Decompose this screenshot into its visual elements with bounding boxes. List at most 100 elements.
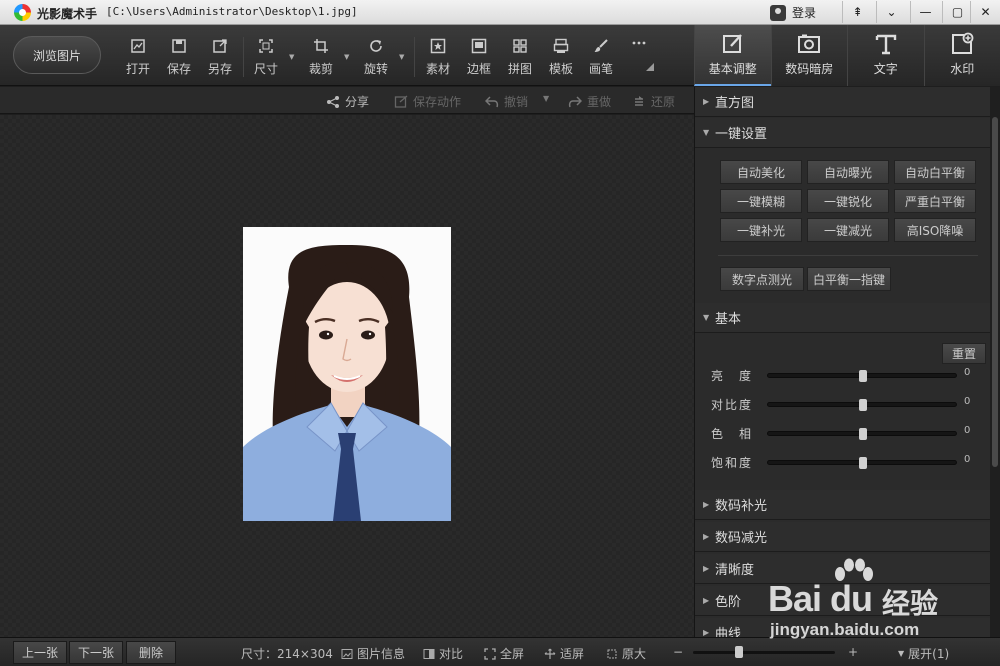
zoom-out-button[interactable]: − (673, 645, 683, 659)
section-fill-light[interactable]: ▶ 数码补光 (695, 490, 990, 520)
contrast-slider[interactable] (767, 399, 957, 411)
app-title: 光影魔术手 (37, 7, 98, 21)
auto-exposure-button[interactable]: 自动曝光 (807, 160, 889, 184)
watermark-icon (952, 32, 974, 54)
maximize-button[interactable]: ▢ (942, 1, 972, 23)
tab-text-label: 文字 (873, 62, 898, 76)
material-icon (430, 38, 446, 54)
crop-dropdown-icon[interactable]: ▼ (344, 53, 349, 61)
fit-screen-button[interactable]: 适屏 (544, 645, 584, 662)
image-canvas[interactable] (0, 115, 694, 637)
resize-button[interactable]: 尺寸 (248, 38, 284, 78)
brush-button[interactable]: 画笔 (583, 38, 619, 78)
original-size-button[interactable]: 原大 (606, 645, 646, 662)
toolbar-divider (414, 37, 415, 77)
section-one-click[interactable]: ▼ 一键设置 (695, 118, 990, 148)
delete-button[interactable]: 删除 (126, 641, 176, 664)
more-button[interactable] (621, 38, 657, 78)
crop-button[interactable]: 裁剪 (303, 38, 339, 78)
zoom-in-button[interactable]: + (848, 645, 858, 659)
expand-filmstrip-button[interactable]: ▼ 展开(1) (898, 645, 949, 662)
collapsed-arrow-icon: ▶ (703, 628, 710, 637)
section-basic[interactable]: ▼ 基本 (695, 303, 990, 333)
rotate-button[interactable]: 旋转 (358, 38, 394, 78)
one-click-fill-light-button[interactable]: 一键补光 (720, 218, 802, 242)
save-as-button[interactable]: 另存 (202, 38, 238, 78)
tab-watermark[interactable]: 水印 (923, 25, 1000, 86)
minimize-button[interactable]: — (910, 1, 940, 23)
material-button[interactable]: 素材 (420, 38, 456, 78)
previous-image-button[interactable]: 上一张 (13, 641, 67, 664)
zoom-slider[interactable] (693, 651, 835, 654)
restore-button[interactable]: 还原 (632, 93, 675, 110)
collapsed-arrow-icon: ▶ (703, 97, 710, 106)
expand-corner-icon[interactable] (646, 63, 654, 71)
undo-icon (485, 95, 499, 107)
collage-button[interactable]: 拼图 (502, 38, 538, 78)
template-button[interactable]: 模板 (543, 38, 579, 78)
section-levels[interactable]: ▶ 色阶 (695, 586, 990, 616)
saturation-slider[interactable] (767, 457, 957, 469)
zoom-slider-thumb[interactable] (735, 646, 743, 658)
section-one-click-label: 一键设置 (715, 127, 768, 142)
login-label: 登录 (792, 6, 817, 20)
fullscreen-icon (484, 647, 496, 660)
tab-darkroom[interactable]: 数码暗房 (770, 25, 847, 86)
high-iso-denoise-button[interactable]: 高ISO降噪 (894, 218, 976, 242)
tab-basic-adjust[interactable]: 基本调整 (694, 25, 771, 86)
severe-white-balance-button[interactable]: 严重白平衡 (894, 189, 976, 213)
close-button[interactable]: ✕ (970, 1, 1000, 23)
rotate-dropdown-icon[interactable]: ▼ (399, 53, 404, 61)
rotate-label: 旋转 (363, 62, 388, 76)
one-click-sharpen-button[interactable]: 一键锐化 (807, 189, 889, 213)
open-icon (131, 39, 145, 53)
login-button[interactable]: 登录 (770, 3, 816, 22)
section-clarity[interactable]: ▶ 清晰度 (695, 554, 990, 584)
basic-adjust-icon (722, 34, 742, 53)
open-button[interactable]: 打开 (120, 38, 156, 78)
hue-slider-thumb[interactable] (859, 428, 867, 440)
undo-button[interactable]: 撤销 (485, 93, 528, 110)
white-balance-picker-button[interactable]: 白平衡一指键 (807, 267, 891, 291)
save-button[interactable]: 保存 (161, 38, 197, 78)
frame-button[interactable]: 边框 (461, 38, 497, 78)
skin-button[interactable]: ⇞ (842, 1, 872, 23)
hue-slider[interactable] (767, 428, 957, 440)
menu-button[interactable]: ⌄ (876, 1, 906, 23)
next-image-button[interactable]: 下一张 (69, 641, 123, 664)
redo-button[interactable]: 重做 (568, 93, 611, 110)
template-label: 模板 (548, 62, 573, 76)
brightness-slider-thumb[interactable] (859, 370, 867, 382)
restore-icon (635, 95, 643, 106)
resize-dropdown-icon[interactable]: ▼ (289, 53, 294, 61)
spot-metering-button[interactable]: 数字点测光 (720, 267, 804, 291)
one-click-blur-button[interactable]: 一键模糊 (720, 189, 802, 213)
save-action-button[interactable]: 保存动作 (394, 93, 461, 110)
contrast-slider-thumb[interactable] (859, 399, 867, 411)
auto-white-balance-button[interactable]: 自动白平衡 (894, 160, 976, 184)
user-icon (770, 4, 786, 21)
section-histogram[interactable]: ▶ 直方图 (695, 87, 990, 117)
section-basic-label: 基本 (715, 312, 742, 327)
tab-text[interactable]: 文字 (847, 25, 924, 86)
open-label: 打开 (125, 62, 150, 76)
auto-beautify-button[interactable]: 自动美化 (720, 160, 802, 184)
section-curves[interactable]: ▶ 曲线 (695, 618, 990, 637)
image-info-button[interactable]: 图片信息 (341, 645, 405, 662)
compare-button[interactable]: 对比 (423, 645, 463, 662)
section-reduce-light[interactable]: ▶ 数码减光 (695, 522, 990, 552)
section-clarity-label: 清晰度 (715, 563, 755, 578)
panel-divider (718, 255, 978, 256)
reset-button[interactable]: 重置 (942, 343, 986, 364)
panel-scrollbar[interactable] (990, 87, 1000, 637)
fullscreen-button[interactable]: 全屏 (484, 645, 524, 662)
browse-images-button[interactable]: 浏览图片 (13, 36, 101, 74)
brightness-slider[interactable] (767, 370, 957, 382)
share-button[interactable]: 分享 (326, 93, 369, 110)
saturation-slider-thumb[interactable] (859, 457, 867, 469)
one-click-reduce-light-button[interactable]: 一键减光 (807, 218, 889, 242)
save-action-icon (394, 95, 408, 108)
panel-scrollbar-thumb[interactable] (992, 117, 998, 467)
undo-dropdown-icon[interactable]: ▼ (543, 94, 549, 103)
original-size-label: 原大 (622, 647, 647, 661)
